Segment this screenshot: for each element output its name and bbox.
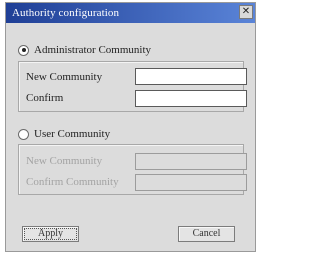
user-community-group: New Community Confirm Community	[18, 144, 247, 195]
user-community-label: User Community	[34, 128, 111, 140]
admin-community-option[interactable]: Administrator Community	[18, 43, 151, 57]
admin-new-community-label: New Community	[26, 71, 103, 83]
user-new-community-input	[135, 153, 247, 170]
close-button[interactable]: ✕	[239, 5, 253, 19]
cancel-button[interactable]: Cancel	[178, 226, 235, 242]
user-community-radio[interactable]	[18, 128, 29, 140]
title-bar[interactable]: Authority configuration ✕	[6, 3, 255, 23]
apply-button[interactable]: Apply	[22, 226, 79, 242]
admin-new-community-input[interactable]	[135, 68, 247, 85]
authority-configuration-dialog: Authority configuration ✕ Administrator …	[5, 2, 256, 252]
dialog-title: Authority configuration	[12, 7, 120, 19]
admin-community-label: Administrator Community	[34, 44, 152, 56]
admin-community-group: New Community Confirm	[18, 61, 247, 112]
user-confirm-community-label: Confirm Community	[26, 176, 119, 188]
user-community-option[interactable]: User Community	[18, 127, 110, 141]
admin-community-radio[interactable]	[18, 44, 29, 56]
admin-confirm-input[interactable]	[135, 90, 247, 107]
close-icon: ✕	[241, 6, 251, 17]
user-new-community-label: New Community	[26, 155, 103, 167]
user-confirm-community-input	[135, 174, 247, 191]
admin-confirm-label: Confirm	[26, 92, 64, 104]
